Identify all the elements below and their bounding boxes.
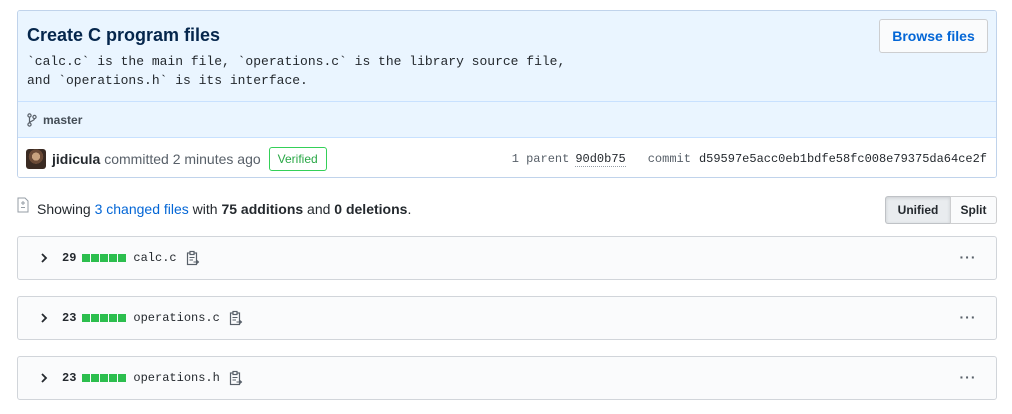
file-name[interactable]: calc.c	[133, 251, 176, 265]
file-options-button[interactable]: ···	[958, 367, 978, 387]
chevron-right-icon[interactable]	[40, 372, 50, 384]
git-branch-icon	[27, 112, 39, 127]
diffstat-blocks	[82, 254, 127, 262]
diffstat-blocks	[82, 314, 127, 322]
branch-row: master	[18, 101, 996, 137]
commit-title: Create C program files	[27, 25, 221, 45]
unified-button[interactable]: Unified	[885, 196, 951, 224]
commit-meta: jidicula committed 2 minutes ago Verifie…	[18, 137, 996, 177]
clipboard-icon[interactable]	[186, 250, 200, 266]
diff-summary: Showing 3 changed files with 75 addition…	[17, 196, 997, 224]
and-text: and	[307, 201, 331, 217]
file-name[interactable]: operations.h	[133, 371, 219, 385]
clipboard-icon[interactable]	[229, 370, 243, 386]
branch-name[interactable]: master	[43, 113, 82, 127]
commit-description: `calc.c` is the main file, `operations.c…	[27, 54, 566, 88]
diffstat-blocks	[82, 374, 127, 382]
period: .	[407, 201, 412, 217]
avatar[interactable]	[26, 148, 46, 169]
author-name[interactable]: jidicula	[52, 151, 100, 167]
file-header: 23 operations.c ···	[17, 296, 997, 340]
chevron-right-icon[interactable]	[40, 312, 50, 324]
commit-header: Create C program files `calc.c` is the m…	[18, 11, 996, 101]
parent-sha-link[interactable]: 90d0b75	[575, 152, 626, 167]
file-name[interactable]: operations.c	[133, 311, 219, 325]
with-text: with	[192, 201, 218, 217]
deletions-count: 0 deletions	[334, 201, 408, 217]
showing-text: Showing	[37, 201, 91, 217]
file-diff-icon	[17, 197, 29, 213]
change-count: 23	[62, 311, 77, 325]
changed-files-link[interactable]: 3 changed files	[95, 201, 189, 217]
file-header: 29 calc.c ···	[17, 236, 997, 280]
commit-panel: Create C program files `calc.c` is the m…	[17, 10, 997, 178]
split-button[interactable]: Split	[950, 196, 997, 224]
commit-label: commit	[647, 152, 691, 166]
change-count: 29	[62, 251, 77, 265]
change-count: 23	[62, 371, 77, 385]
file-header: 23 operations.h ···	[17, 356, 997, 400]
file-options-button[interactable]: ···	[958, 247, 978, 267]
diff-view-toggle: Unified Split	[885, 196, 997, 224]
browse-files-button[interactable]: Browse files	[879, 19, 988, 53]
file-options-button[interactable]: ···	[958, 307, 978, 327]
additions-count: 75 additions	[221, 201, 304, 217]
parent-label: 1 parent	[511, 152, 570, 166]
sha-info: 1 parent 90d0b75 commit d59597e5acc0eb1b…	[511, 138, 987, 177]
commit-time: committed 2 minutes ago	[104, 150, 261, 167]
verified-badge[interactable]: Verified	[268, 146, 327, 171]
chevron-right-icon[interactable]	[40, 252, 50, 264]
commit-sha: d59597e5acc0eb1bdfe58fc008e79375da64ce2f	[698, 152, 987, 166]
clipboard-icon[interactable]	[229, 310, 243, 326]
